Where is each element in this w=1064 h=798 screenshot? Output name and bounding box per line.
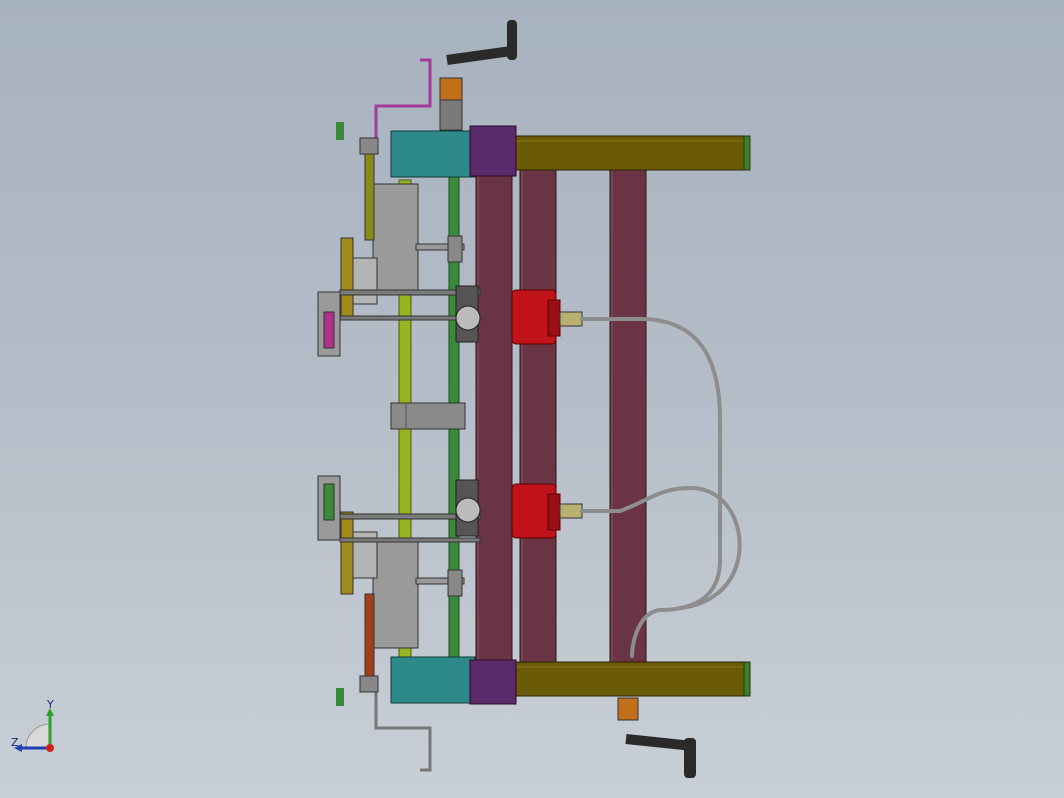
motor-bottom [511,483,583,539]
side-plate-top [364,149,375,241]
cad-model[interactable] [0,0,1064,798]
crank-handle-bottom [617,697,697,778]
graphics-viewport[interactable]: Y Z [0,0,1064,798]
side-plate-bottom [364,593,375,679]
motor-cables [580,317,742,658]
vertical-rails [475,167,647,663]
center-block [390,402,466,430]
motor-top [511,289,583,345]
orientation-triad: Y Z [11,700,54,752]
y-axis-label: Y [46,700,54,711]
z-axis-label: Z [11,736,19,749]
crank-handle-top [439,20,518,131]
